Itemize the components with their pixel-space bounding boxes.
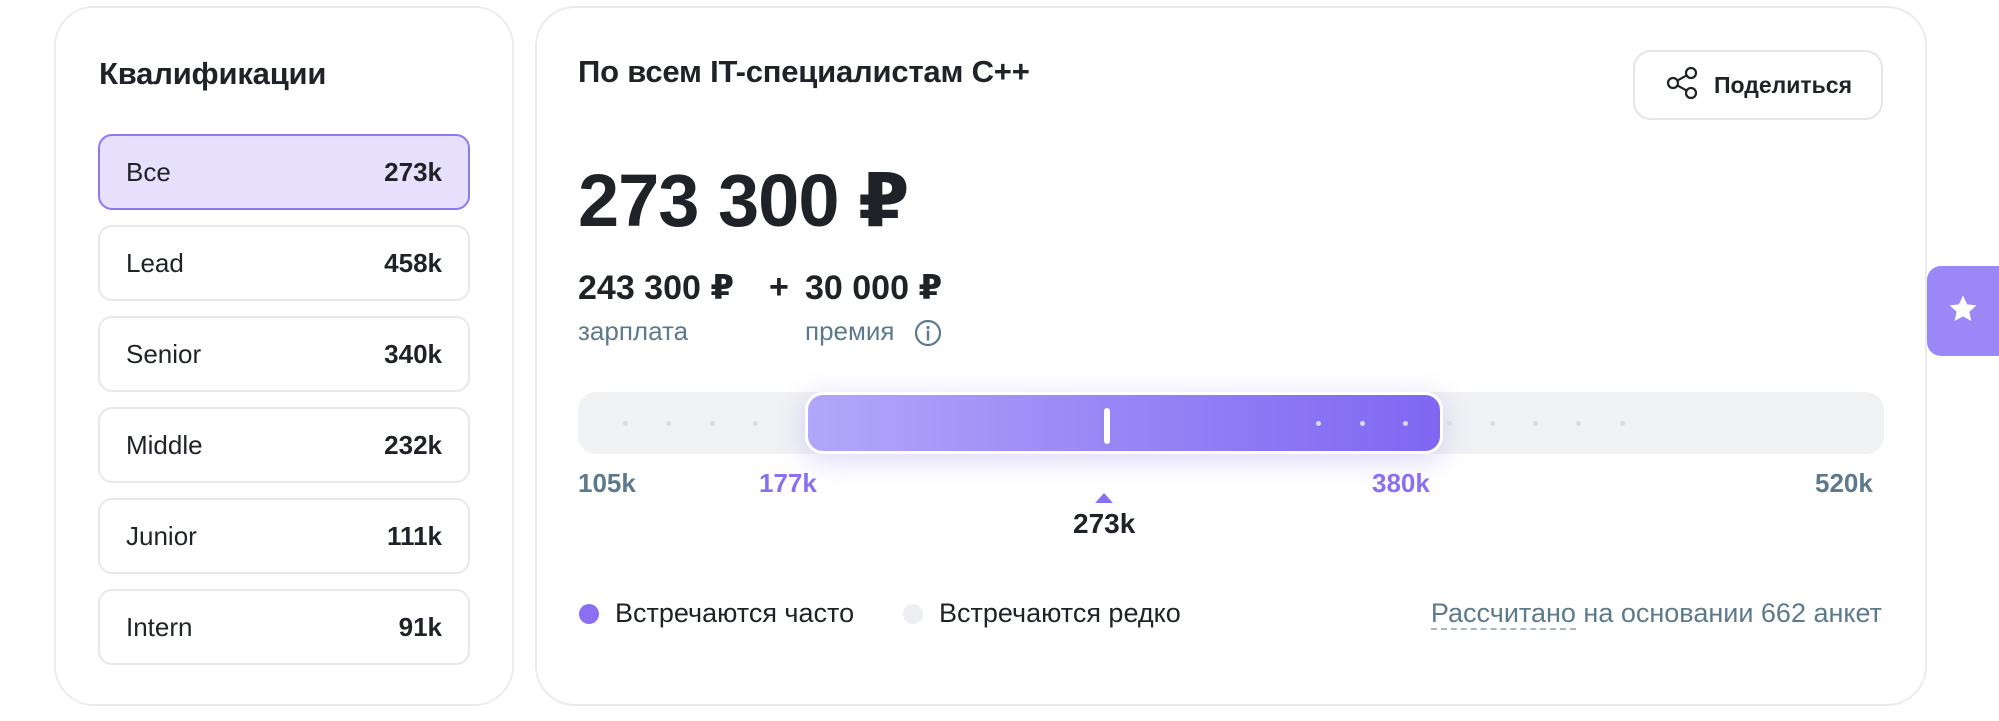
qualification-label: Senior (126, 338, 202, 369)
salary-amount: 243 300 ₽ (578, 269, 735, 307)
track-dot (1360, 421, 1365, 426)
qualification-item-all[interactable]: Все 273k (98, 134, 470, 210)
track-dot (1316, 421, 1321, 426)
median-label: 273k (1073, 508, 1136, 539)
track-dot (1403, 421, 1408, 426)
bonus-amount: 30 000 ₽ (805, 269, 943, 307)
track-dot (753, 421, 758, 426)
legend-dot-often (579, 604, 599, 624)
qualification-label: Все (126, 156, 171, 187)
info-icon[interactable] (913, 318, 943, 348)
range-max-label: 520k (1815, 468, 1873, 498)
qualification-label: Lead (126, 247, 184, 278)
qualification-value: 273k (384, 156, 442, 187)
track-dot (1490, 421, 1495, 426)
legend-dot-rare (903, 604, 923, 624)
qualification-label: Junior (126, 520, 197, 551)
salary-panel-title: По всем IT-специалистам C++ (578, 54, 1030, 89)
qualifications-panel: Квалификации Все 273k Lead 458k Senior 3… (54, 6, 514, 706)
range-high-label: 380k (1372, 468, 1430, 498)
range-min-label: 105k (578, 468, 636, 498)
range-low-label: 177k (759, 468, 817, 498)
salary-range-bar (804, 392, 1444, 454)
favorite-button[interactable] (1927, 266, 1999, 356)
share-button[interactable]: Поделиться (1633, 50, 1883, 120)
legend-often-label: Встречаются часто (615, 598, 855, 628)
qualification-item-senior[interactable]: Senior 340k (98, 316, 470, 392)
qualification-item-middle[interactable]: Middle 232k (98, 407, 470, 483)
track-dot (1620, 421, 1625, 426)
bonus-label: премия (805, 316, 895, 346)
star-icon (1946, 292, 1980, 331)
salary-label: зарплата (578, 316, 689, 346)
qualification-item-intern[interactable]: Intern 91k (98, 589, 470, 665)
median-marker (1103, 408, 1110, 444)
qualification-value: 91k (398, 611, 442, 642)
qualification-item-lead[interactable]: Lead 458k (98, 225, 470, 301)
qualifications-title: Квалификации (99, 56, 327, 91)
qualification-value: 458k (384, 247, 442, 278)
qualification-value: 111k (387, 520, 442, 551)
total-salary: 273 300 ₽ (578, 159, 910, 242)
basis-link[interactable]: Рассчитано (1430, 598, 1576, 630)
qualification-label: Middle (126, 429, 203, 460)
salary-range-track (578, 392, 1884, 454)
track-dot (710, 421, 715, 426)
basis-text: Рассчитано на основании 662 анкет (1430, 598, 1882, 630)
share-icon (1664, 65, 1700, 106)
basis-rest: на основании 662 анкет (1575, 598, 1882, 628)
qualification-value: 340k (384, 338, 442, 369)
track-dot (1447, 421, 1452, 426)
qualification-value: 232k (384, 429, 442, 460)
share-label: Поделиться (1713, 71, 1853, 98)
track-dot (623, 421, 628, 426)
plus-sign: + (769, 268, 789, 306)
salary-panel: По всем IT-специалистам C++ Поделиться 2… (535, 6, 1927, 706)
track-dot (1576, 421, 1581, 426)
track-dot (666, 421, 671, 426)
legend-rare-label: Встречаются редко (939, 598, 1181, 628)
qualification-item-junior[interactable]: Junior 111k (98, 498, 470, 574)
median-arrow-icon (1095, 493, 1113, 503)
qualification-label: Intern (126, 611, 193, 642)
track-dot (1533, 421, 1538, 426)
